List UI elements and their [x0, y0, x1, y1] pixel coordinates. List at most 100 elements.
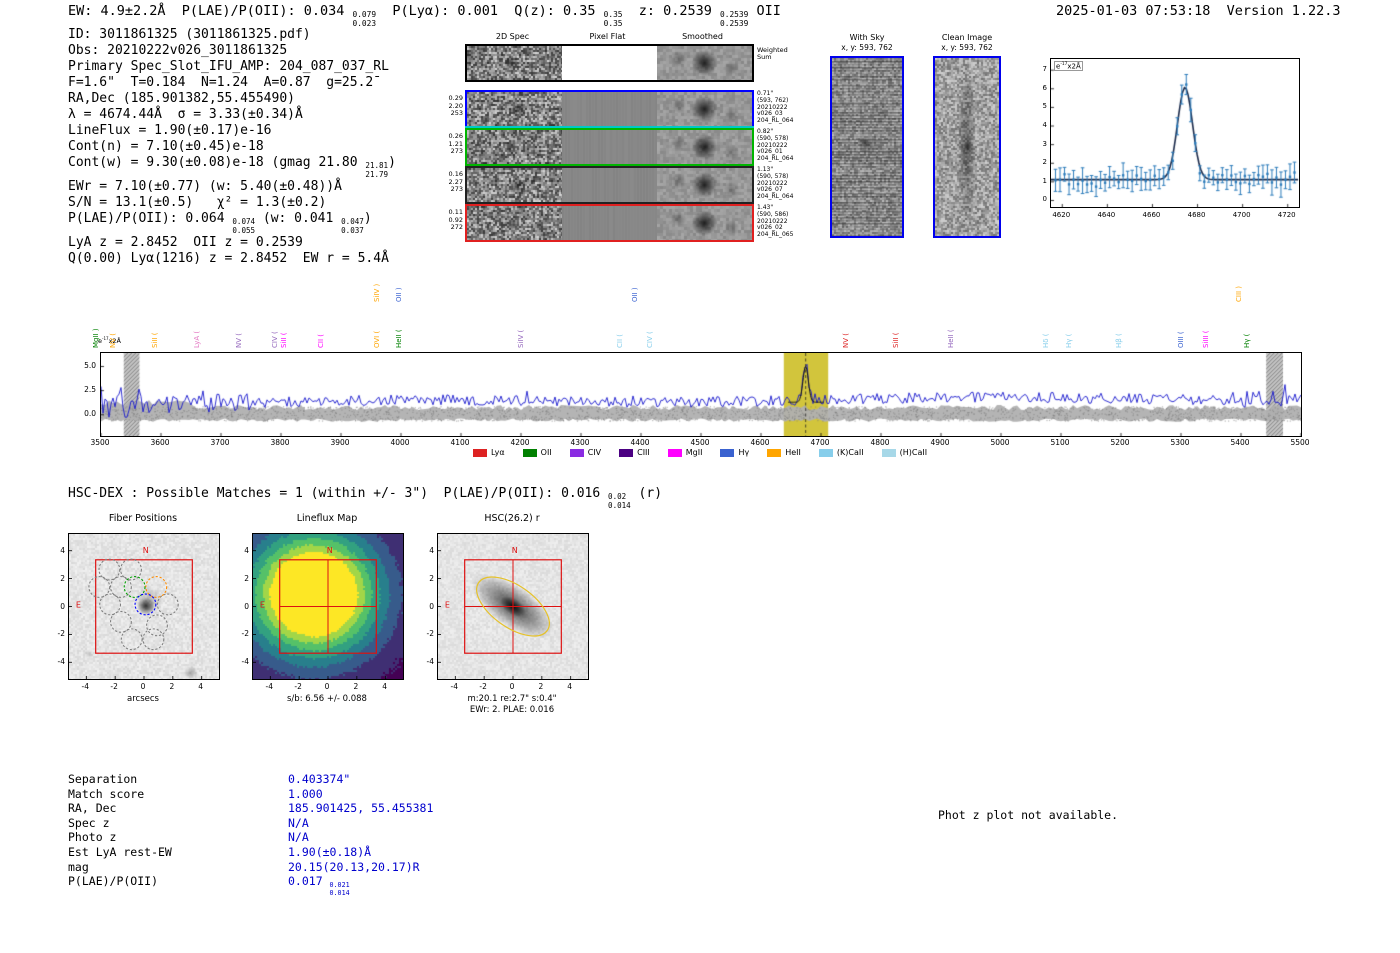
- x-tick-label: 4200: [510, 438, 530, 447]
- legend-item: HeII: [767, 448, 801, 457]
- x-tick-label: 0: [140, 682, 146, 691]
- y-tick-label: -2: [57, 629, 65, 639]
- match-table-value: N/A: [288, 815, 309, 830]
- panel-xlabel: s/b: 6.56 +/- 0.088: [287, 694, 367, 704]
- sky-panel-title: With Sky: [849, 33, 885, 42]
- emission-line-label: NV (: [235, 333, 244, 348]
- gray-fiber-circle: [120, 628, 143, 651]
- legend-label: HeII: [785, 448, 801, 457]
- info-line: P(LAE)/P(OII): 0.064 0.074 0.055 (w: 0.04…: [68, 211, 372, 235]
- spec2d-image: [467, 168, 562, 202]
- match-table-value: N/A: [288, 830, 309, 845]
- y-tick-label: 2.5: [84, 385, 96, 395]
- y-tick-label: 4: [429, 545, 434, 555]
- panel-title: HSC(26.2) r: [484, 513, 540, 524]
- cutout-col-header: Pixel Flat: [589, 32, 626, 41]
- pixel-flat-image: [562, 92, 657, 126]
- legend-label: (H)CaII: [899, 448, 928, 457]
- x-tick-label: 4660: [1142, 211, 1161, 219]
- x-tick-label: -4: [265, 682, 274, 691]
- stacked-uncertainty: 21.81 21.79: [365, 161, 389, 179]
- blue-fiber-circle: [134, 593, 157, 616]
- stacked-uncertainty: 0.35 0.35: [603, 10, 623, 29]
- emission-line-label: SiIII (: [1202, 330, 1211, 348]
- info-line: LyA z = 2.8452 OII z = 0.2539: [68, 235, 303, 251]
- emission-line-label: Hγ (: [1065, 333, 1073, 348]
- spectrum-legend: Lyα OII CIV CIII MgII Hγ HeII (K)CaII (H)CaII: [100, 448, 1300, 457]
- cutout-row-weights: 0.26 1.21 273: [448, 132, 463, 155]
- x-tick-label: 4800: [870, 438, 890, 447]
- stacked-uncertainty: 0.047 0.037: [341, 217, 364, 235]
- x-tick-label: -2: [110, 682, 118, 691]
- photz-note: Phot z plot not available.: [938, 808, 1119, 822]
- match-table-value: 1.000: [288, 786, 323, 801]
- emission-line-label: LyA (: [192, 330, 201, 348]
- emission-line-label: Hβ (: [1114, 333, 1123, 348]
- match-table-row: Separation 0.403374": [68, 772, 433, 787]
- row-divider-cyan: [465, 126, 754, 128]
- info-line: Q(0.00) Lyα(1216) z = 2.8452 EW r = 5.4Å: [68, 251, 389, 267]
- stacked-uncertainty: 0.074 0.055: [232, 217, 256, 235]
- legend-item: Hγ: [720, 448, 749, 457]
- cutout-row-weights: 0.11 0.92 272: [448, 208, 463, 231]
- y-tick-label: -4: [241, 657, 249, 667]
- x-tick-label: 5400: [1230, 438, 1250, 447]
- smoothed-image: [657, 92, 752, 126]
- legend-swatch: [818, 448, 833, 457]
- cutout-row-id: 0.71" (593, 762) 20210222 v026_03 204_RL_064: [757, 90, 794, 125]
- with-sky-image: [832, 58, 902, 236]
- pixel-flat-image: [562, 46, 657, 80]
- legend-label: Hγ: [738, 448, 750, 457]
- legend-item: CIV: [569, 448, 601, 457]
- compass-east-label: E: [76, 600, 81, 609]
- panel-frame: NE: [437, 533, 589, 680]
- x-tick-label: 4500: [690, 438, 710, 447]
- panel-frame: NE: [68, 533, 220, 680]
- match-table-label: Est LyA rest-EW: [68, 844, 172, 859]
- y-tick-label: 0: [1042, 195, 1047, 204]
- x-tick-label: 3600: [150, 438, 170, 447]
- legend-swatch: [881, 448, 896, 457]
- with-sky-image-frame: [830, 56, 904, 238]
- match-table-row: Match score 1.000: [68, 787, 433, 802]
- x-tick-label: 0: [509, 682, 515, 691]
- pixel-flat-image: [562, 206, 657, 240]
- x-tick-label: 4700: [810, 438, 830, 447]
- legend-item: Lyα: [472, 448, 505, 457]
- spec2d-image: [467, 130, 562, 164]
- x-tick-label: 4400: [630, 438, 650, 447]
- match-table-label: Separation: [68, 772, 138, 786]
- legend-item: CIII: [619, 448, 650, 457]
- match-table-value: 185.901425, 55.455381: [288, 801, 434, 816]
- panel-title: Fiber Positions: [108, 513, 178, 524]
- cutout-row-weights: 0.29 2.20 253: [448, 94, 463, 117]
- smoothed-image: [657, 206, 752, 240]
- info-line: Obs: 20210222v026_3011861325: [68, 43, 288, 58]
- emission-line-label: Hγ (: [1243, 333, 1252, 348]
- y-tick-label: 7: [1042, 65, 1047, 74]
- x-tick-label: 4680: [1187, 211, 1206, 219]
- emission-line-label: OII ): [395, 287, 404, 302]
- y-tick-label: 2: [60, 573, 65, 583]
- match-table-label: RA, Dec: [68, 801, 117, 816]
- cutout-row: [465, 90, 754, 128]
- x-tick-label: 3500: [90, 438, 110, 447]
- emission-line-label: SiII (: [279, 332, 288, 348]
- match-table-label: Match score: [68, 786, 145, 801]
- panel-title: Lineflux Map: [296, 513, 358, 524]
- y-tick-label: 5: [1042, 102, 1047, 111]
- y-tick-label: 3: [1042, 139, 1047, 148]
- emission-line-label: CII (: [616, 334, 625, 348]
- info-line: EWr = 7.10(±0.77) (w: 5.40(±0.48))Å: [68, 179, 342, 195]
- match-table-row: Photo z N/A: [68, 830, 433, 845]
- x-tick-label: -2: [294, 682, 302, 691]
- legend-swatch: [472, 448, 487, 457]
- x-tick-label: 2: [353, 682, 359, 691]
- match-table-value: 20.15(20.13,20.17)R: [288, 859, 420, 874]
- sky-panel-coords: x, y: 593, 762: [841, 43, 893, 52]
- legend-item: OII: [522, 448, 552, 457]
- x-tick-label: 3900: [330, 438, 350, 447]
- x-tick-label: 4: [382, 682, 388, 691]
- spec2d-image: [467, 206, 562, 240]
- x-tick-label: 2: [169, 682, 175, 691]
